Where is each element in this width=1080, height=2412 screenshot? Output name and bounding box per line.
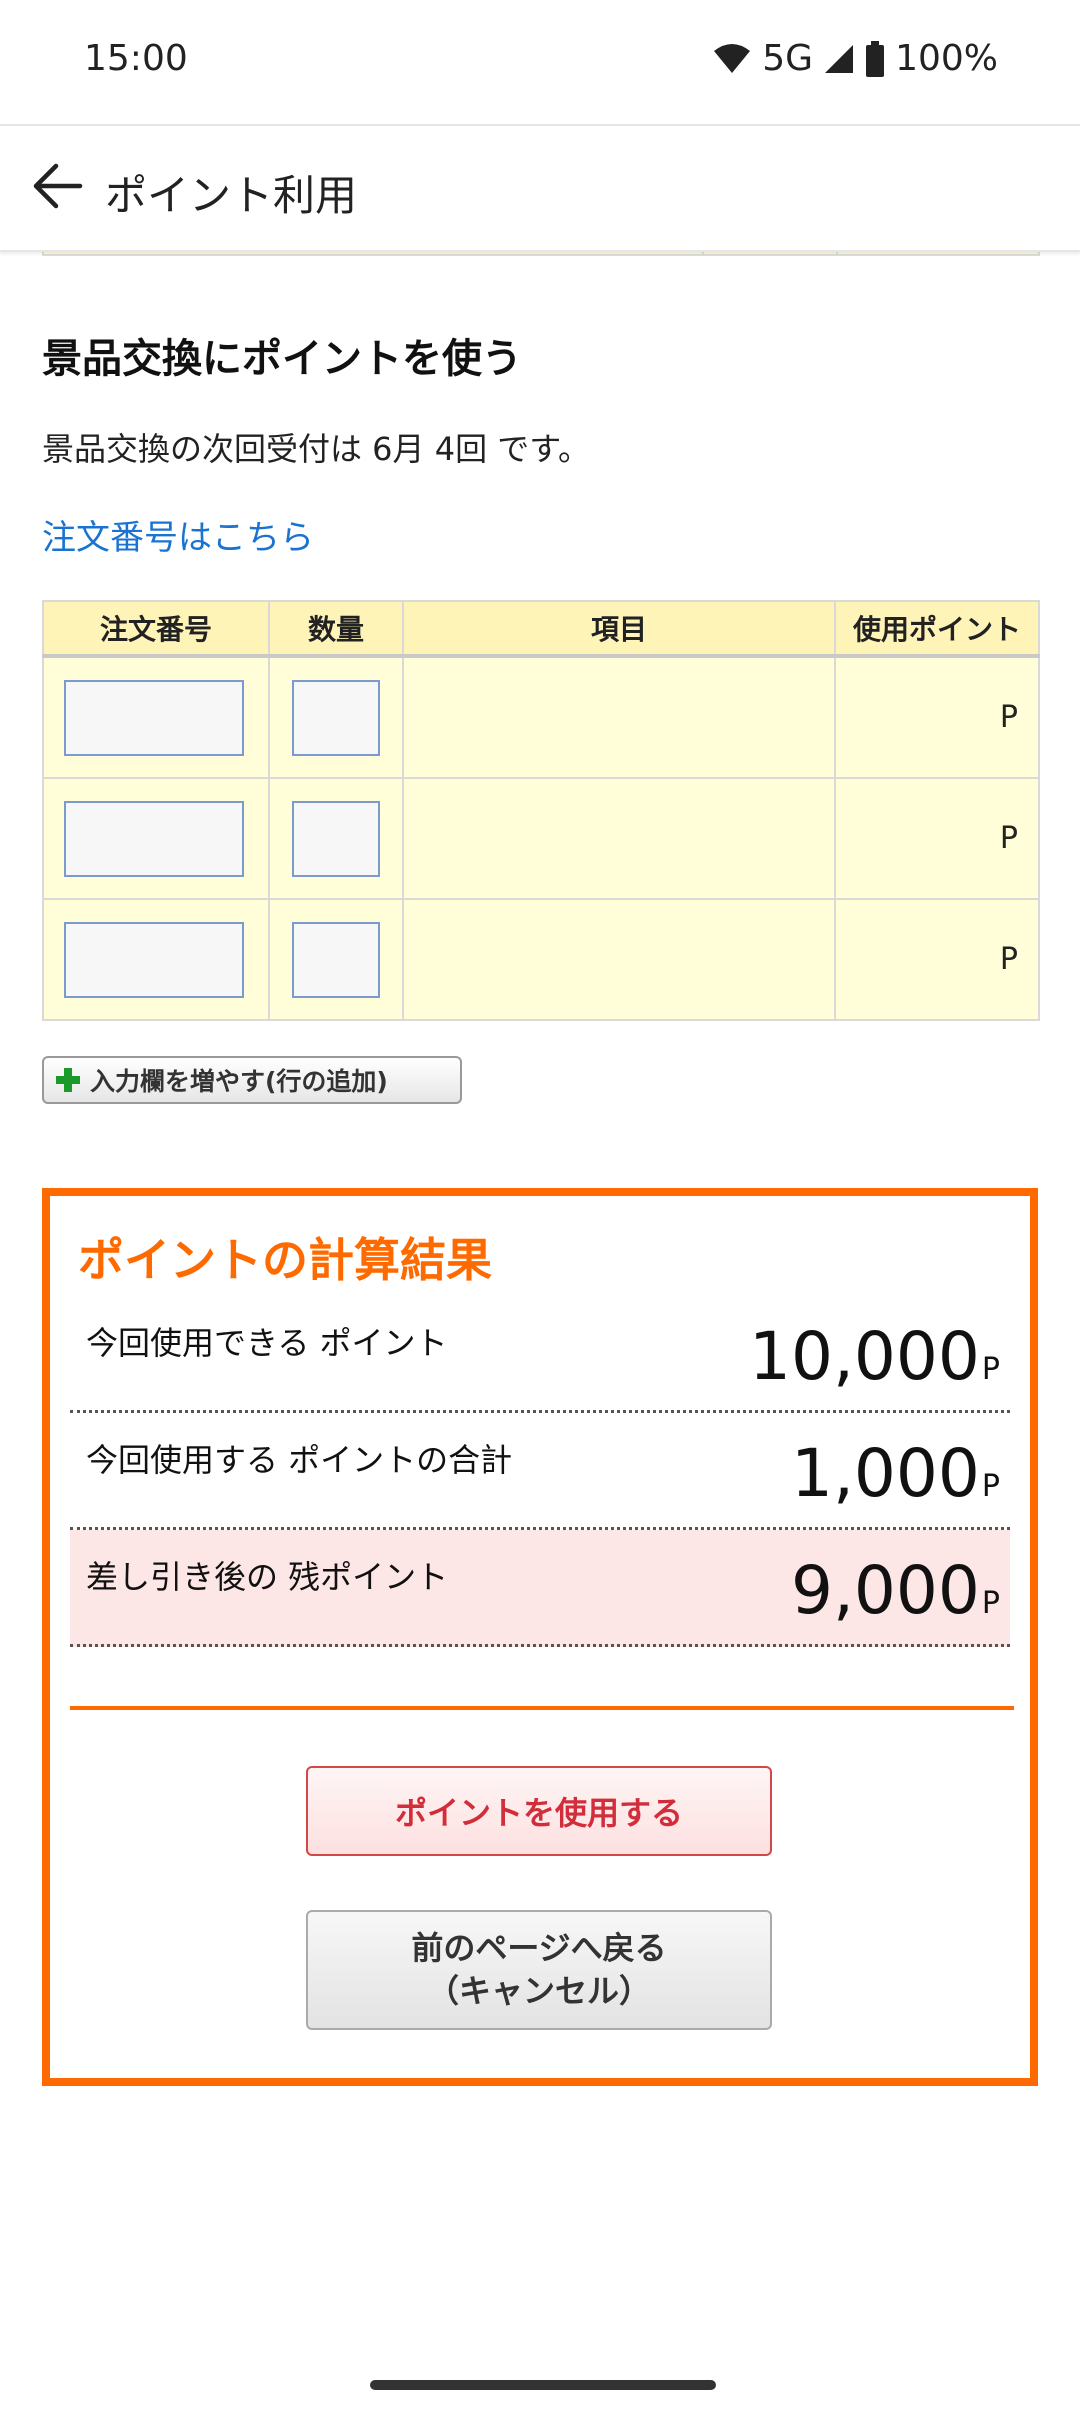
add-row-button[interactable]: 入力欄を増やす(行の追加) — [42, 1056, 462, 1104]
quantity-input[interactable] — [292, 800, 380, 877]
back-button-line2: （キャンセル） — [426, 1972, 651, 2010]
points-unit: P — [981, 1469, 1000, 1504]
order-number-link[interactable]: 注文番号はこちら — [42, 510, 314, 559]
app-bar: ポイント利用 — [0, 124, 1080, 252]
order-table: 注文番号 数量 項目 使用ポイント P P P — [42, 600, 1040, 1021]
signal-icon — [823, 43, 855, 75]
plus-icon — [56, 1068, 80, 1092]
arrow-back-icon — [30, 158, 86, 218]
column-header-item: 項目 — [402, 600, 836, 658]
quantity-cell — [268, 898, 404, 1021]
column-header-points: 使用ポイント — [834, 600, 1040, 658]
quantity-input[interactable] — [292, 921, 380, 998]
divider — [70, 1706, 1014, 1710]
using-points-row: 今回使用する ポイントの合計 1,000P — [70, 1413, 1010, 1530]
using-points-value: 1,000P — [791, 1441, 1000, 1507]
status-bar: 15:00 5G 100% — [0, 0, 1080, 124]
back-cancel-button[interactable]: 前のページへ戻る （キャンセル） — [306, 1910, 772, 2030]
available-points-label: 今回使用できる ポイント — [86, 1324, 448, 1362]
remaining-points-row: 差し引き後の 残ポイント 9,000P — [70, 1530, 1010, 1647]
item-cell — [402, 655, 836, 779]
back-button[interactable] — [18, 148, 98, 228]
item-cell — [402, 777, 836, 900]
order-number-input[interactable] — [64, 800, 244, 877]
section-title: 景品交換にポイントを使う — [42, 336, 522, 382]
use-points-button[interactable]: ポイントを使用する — [306, 1766, 772, 1856]
available-points-row: 今回使用できる ポイント 10,000P — [70, 1296, 1010, 1413]
using-points-label: 今回使用する ポイントの合計 — [86, 1441, 513, 1479]
quantity-input[interactable] — [292, 679, 380, 756]
wifi-icon — [712, 43, 752, 75]
points-calculation-panel: ポイントの計算結果 今回使用できる ポイント 10,000P 今回使用する ポイ… — [42, 1188, 1038, 2086]
order-number-cell — [42, 655, 270, 779]
table-row: P — [42, 655, 1040, 779]
points-unit: P — [981, 1352, 1000, 1387]
status-time: 15:00 — [84, 38, 188, 79]
status-indicators: 5G 100% — [712, 38, 998, 79]
points-cell: P — [834, 777, 1040, 900]
column-header-order-number: 注文番号 — [42, 600, 270, 658]
table-row: P — [42, 898, 1040, 1021]
table-row: P — [42, 777, 1040, 900]
remaining-points-value: 9,000P — [791, 1558, 1000, 1624]
page-title: ポイント利用 — [105, 171, 358, 220]
network-label: 5G — [762, 38, 814, 79]
battery-percent: 100% — [895, 38, 998, 79]
available-points-value: 10,000P — [749, 1324, 1000, 1390]
quantity-cell — [268, 655, 404, 779]
points-cell: P — [834, 655, 1040, 779]
item-cell — [402, 898, 836, 1021]
points-cell: P — [834, 898, 1040, 1021]
available-points-number: 10,000 — [748, 1318, 980, 1395]
remaining-points-label: 差し引き後の 残ポイント — [86, 1558, 449, 1596]
remaining-points-number: 9,000 — [790, 1552, 980, 1629]
add-row-label: 入力欄を増やす(行の追加) — [90, 1067, 388, 1096]
back-button-line1: 前のページへ戻る — [411, 1928, 667, 1967]
table-header-row: 注文番号 数量 項目 使用ポイント — [42, 600, 1040, 658]
order-number-input[interactable] — [64, 921, 244, 998]
using-points-number: 1,000 — [790, 1435, 980, 1512]
gesture-navigation-bar[interactable] — [370, 2380, 716, 2390]
order-number-cell — [42, 777, 270, 900]
quantity-cell — [268, 777, 404, 900]
calculation-title: ポイントの計算結果 — [78, 1233, 492, 1287]
next-acceptance-notice: 景品交換の次回受付は 6月 4回 です。 — [42, 430, 591, 468]
order-number-cell — [42, 898, 270, 1021]
order-number-input[interactable] — [64, 679, 244, 756]
column-header-quantity: 数量 — [268, 600, 404, 658]
battery-icon — [865, 40, 885, 77]
points-unit: P — [981, 1586, 1000, 1621]
